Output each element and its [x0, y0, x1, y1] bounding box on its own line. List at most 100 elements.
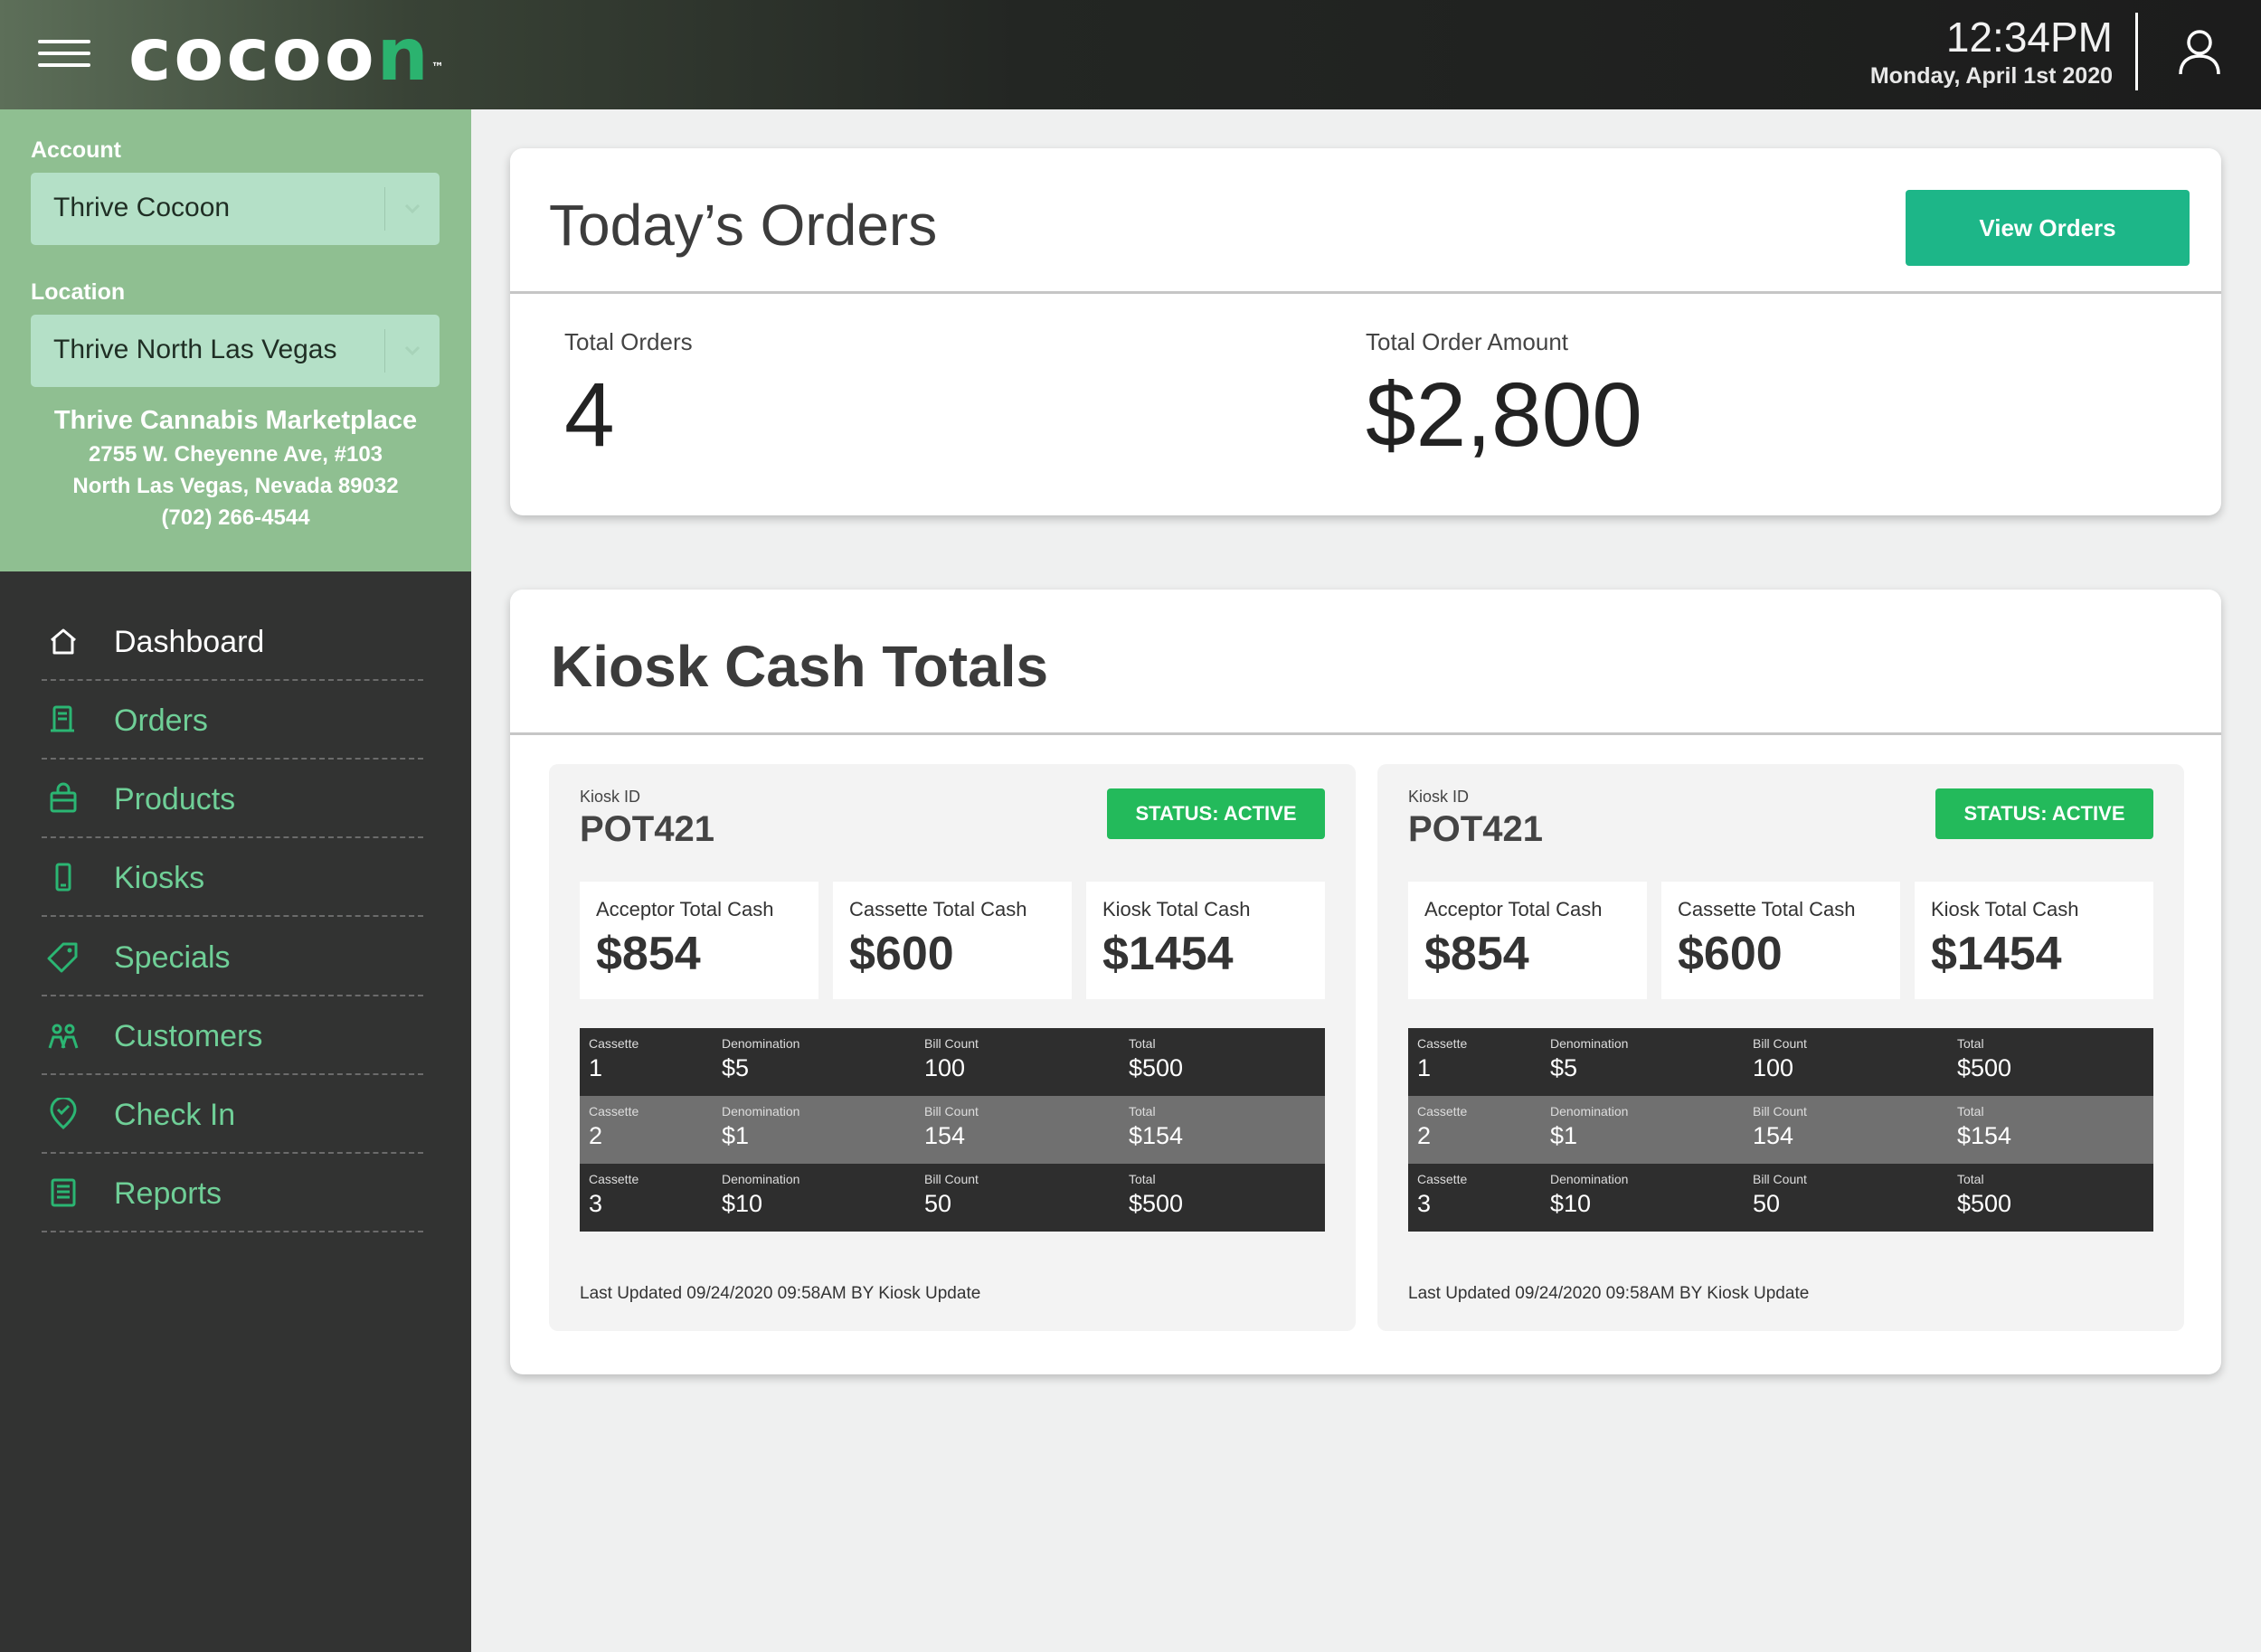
nav-item-orders[interactable]: Orders	[42, 682, 423, 760]
tag-icon	[47, 942, 78, 973]
col-header-total: Total	[1957, 1172, 1984, 1186]
table-row: Cassette 3 Denomination $10 Bill Count 50 T…	[1408, 1164, 2153, 1232]
kiosk-icon	[55, 863, 71, 892]
cassette-number: 1	[589, 1054, 603, 1081]
current-time: 12:34PM	[1945, 14, 2113, 61]
kiosk-total-label: Kiosk Total Cash	[1102, 898, 1251, 920]
checkin-icon	[50, 1098, 77, 1130]
todays-orders-card: Today’s Orders View Orders Total Orders …	[510, 148, 2221, 515]
cocoon-logo: cocoon™	[128, 13, 444, 97]
nav-item-check-in[interactable]: Check In	[42, 1076, 423, 1154]
row-total-value: $500	[1129, 1054, 1184, 1081]
denomination-value: $10	[1550, 1190, 1592, 1217]
bill-count-value: 100	[1753, 1054, 1794, 1081]
col-header-total: Total	[1957, 1036, 1984, 1051]
cassette-total-value: $600	[849, 928, 954, 980]
col-header-bill-count: Bill Count	[924, 1036, 979, 1051]
cassette-total-label: Cassette Total Cash	[1678, 898, 1856, 920]
nav-item-products[interactable]: Products	[42, 760, 423, 838]
nav-item-customers[interactable]: Customers	[42, 997, 423, 1075]
row-total-value: $500	[1957, 1054, 2012, 1081]
cassette-table: Cassette 1 Denomination $5 Bill Count 100 T…	[580, 1028, 1325, 1232]
col-header-total: Total	[1129, 1104, 1156, 1119]
cassette-number: 2	[589, 1122, 603, 1149]
chevron-down-icon	[404, 345, 421, 356]
cassette-total-box: Cassette Total Cash $600	[833, 882, 1072, 999]
row-total-value: $500	[1129, 1190, 1184, 1217]
acceptor-total-value: $854	[1424, 928, 1529, 980]
col-header-total: Total	[1129, 1172, 1156, 1186]
account-select[interactable]: Thrive Cocoon	[31, 173, 440, 245]
acceptor-total-value: $854	[596, 928, 701, 980]
col-header-bill-count: Bill Count	[1753, 1104, 1807, 1119]
hamburger-menu-icon[interactable]	[38, 40, 90, 67]
total-orders-label: Total Orders	[564, 328, 693, 355]
denomination-value: $5	[722, 1054, 750, 1081]
app-header: cocoon™ 12:34PM Monday, April 1st 2020	[0, 0, 2261, 109]
last-updated-text: Last Updated 09/24/2020 09:58AM BY Kiosk…	[1408, 1284, 1810, 1303]
kiosk-id-label: Kiosk ID	[580, 788, 641, 806]
kiosk-total-box: Kiosk Total Cash $1454	[1915, 882, 2153, 999]
kiosk-total-box: Kiosk Total Cash $1454	[1086, 882, 1325, 999]
nav-label: Products	[114, 782, 236, 817]
nav-label: Orders	[114, 703, 208, 738]
kiosk-cash-totals-card: Kiosk Cash Totals Kiosk ID POT421 STATUS…	[510, 590, 2221, 1374]
nav-item-kiosks[interactable]: Kiosks	[42, 839, 423, 917]
nav-label: Reports	[114, 1176, 222, 1211]
store-address: Thrive Cannabis Marketplace 2755 W. Chey…	[0, 402, 471, 533]
total-order-amount-value: $2,800	[1366, 364, 1642, 466]
user-account-icon[interactable]	[2178, 29, 2221, 76]
clock: 12:34PM Monday, April 1st 2020	[1870, 13, 2113, 90]
nav-label: Specials	[114, 940, 231, 975]
total-orders-value: 4	[564, 364, 615, 466]
sidebar-nav: Dashboard Orders Products Kiosks Special…	[0, 571, 471, 1652]
denomination-value: $1	[1550, 1122, 1578, 1149]
col-header-denomination: Denomination	[1550, 1104, 1629, 1119]
col-header-denomination: Denomination	[1550, 1172, 1629, 1186]
people-icon	[48, 1024, 79, 1049]
kiosk-id-value: POT421	[1408, 809, 1543, 849]
col-header-bill-count: Bill Count	[924, 1104, 979, 1119]
col-header-total: Total	[1957, 1104, 1984, 1119]
acceptor-total-box: Acceptor Total Cash $854	[580, 882, 818, 999]
bill-count-value: 154	[1753, 1122, 1794, 1149]
table-row: Cassette 2 Denomination $1 Bill Count 154 T…	[1408, 1096, 2153, 1164]
cassette-total-label: Cassette Total Cash	[849, 898, 1027, 920]
location-label: Location	[31, 279, 126, 305]
location-select[interactable]: Thrive North Las Vegas	[31, 315, 440, 387]
nav-item-reports[interactable]: Reports	[42, 1155, 423, 1232]
location-select-value: Thrive North Las Vegas	[53, 335, 337, 364]
table-row: Cassette 2 Denomination $1 Bill Count 154 T…	[580, 1096, 1325, 1164]
total-order-amount-label: Total Order Amount	[1366, 328, 1568, 355]
nav-item-specials[interactable]: Specials	[42, 919, 423, 996]
table-row: Cassette 1 Denomination $5 Bill Count 100 T…	[1408, 1028, 2153, 1096]
cassette-total-value: $600	[1678, 928, 1783, 980]
col-header-total: Total	[1129, 1036, 1156, 1051]
select-separator	[384, 187, 385, 231]
status-badge: STATUS: ACTIVE	[1935, 788, 2153, 839]
table-row: Cassette 3 Denomination $10 Bill Count 50 T…	[580, 1164, 1325, 1232]
bill-count-value: 50	[1753, 1190, 1781, 1217]
col-header-bill-count: Bill Count	[924, 1172, 979, 1186]
denomination-value: $10	[722, 1190, 763, 1217]
last-updated-text: Last Updated 09/24/2020 09:58AM BY Kiosk…	[580, 1284, 981, 1303]
nav-item-dashboard[interactable]: Dashboard	[42, 603, 423, 681]
bag-icon	[50, 782, 77, 813]
row-total-value: $154	[1957, 1122, 2012, 1149]
acceptor-total-label: Acceptor Total Cash	[596, 898, 774, 920]
kiosk-total-label: Kiosk Total Cash	[1931, 898, 2079, 920]
denomination-value: $5	[1550, 1054, 1578, 1081]
select-separator	[384, 329, 385, 373]
chevron-down-icon	[404, 203, 421, 214]
nav-label: Check In	[114, 1098, 236, 1132]
acceptor-total-box: Acceptor Total Cash $854	[1408, 882, 1647, 999]
address-line-2: North Las Vegas, Nevada 89032	[72, 474, 399, 498]
col-header-cassette: Cassette	[1417, 1104, 1468, 1119]
cassette-number: 2	[1417, 1122, 1432, 1149]
denomination-value: $1	[722, 1122, 750, 1149]
status-badge: STATUS: ACTIVE	[1107, 788, 1325, 839]
view-orders-button[interactable]: View Orders	[1906, 190, 2190, 266]
kiosk-total-value: $1454	[1931, 928, 2062, 980]
col-header-cassette: Cassette	[589, 1104, 639, 1119]
kiosk-id-label: Kiosk ID	[1408, 788, 1470, 806]
